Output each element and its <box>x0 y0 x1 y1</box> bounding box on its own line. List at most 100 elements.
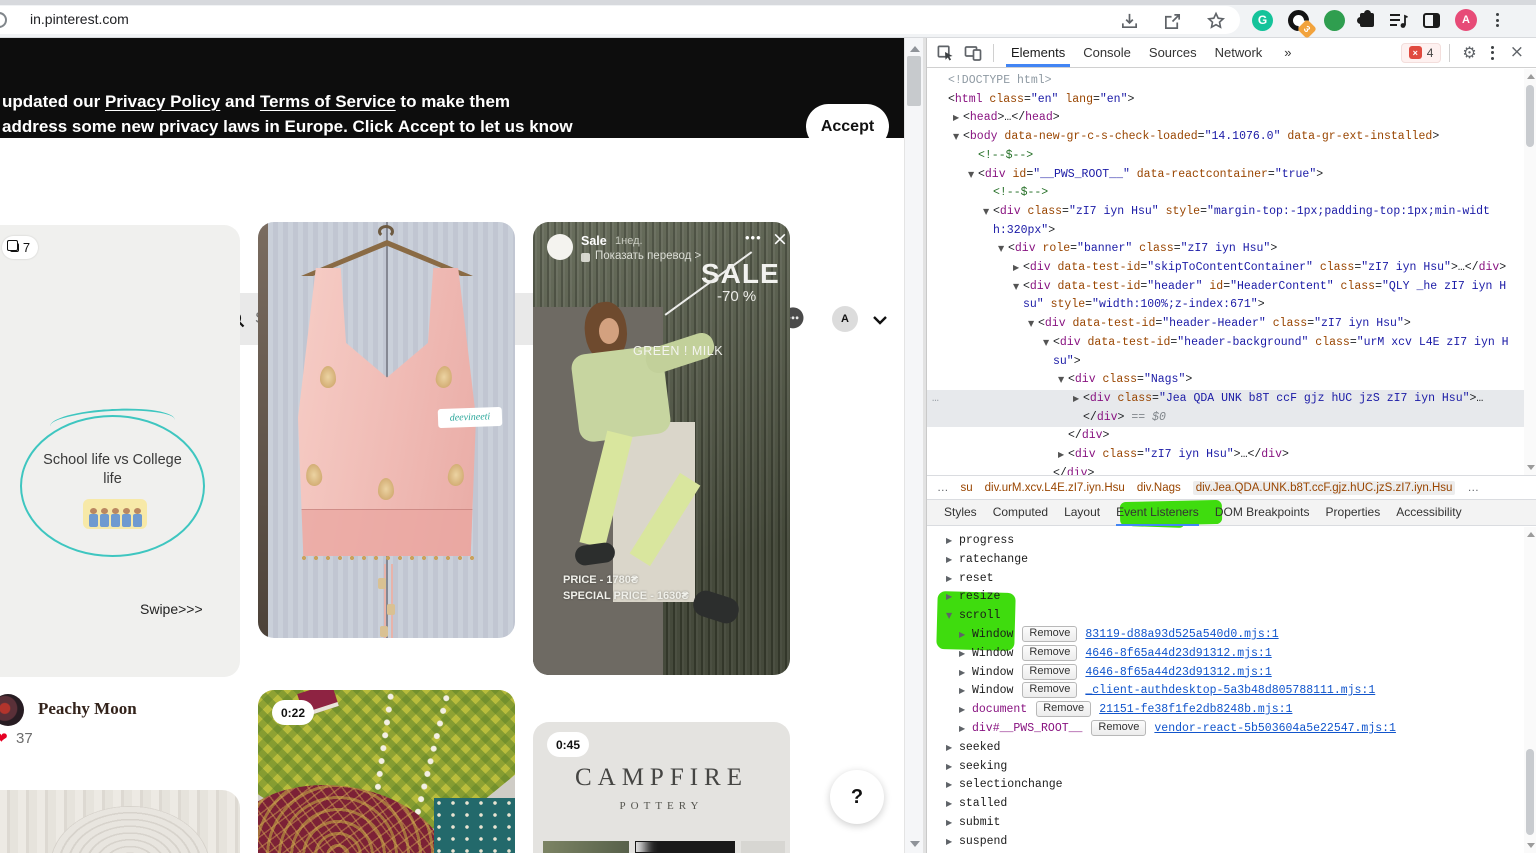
profile-avatar[interactable]: A <box>832 306 858 332</box>
pin-white-texture[interactable] <box>0 790 240 853</box>
code-line[interactable]: <html class="en" lang="en"> <box>927 91 1525 110</box>
expand-arrow-icon[interactable]: ▶ <box>959 682 972 701</box>
source-link[interactable]: vendor-react-5b503604a5e22547.mjs:1 <box>1154 722 1396 735</box>
scrollbar-thumb[interactable] <box>1526 85 1534 147</box>
collapse-arrow-icon[interactable]: ▼ <box>1058 371 1064 390</box>
code-line[interactable]: ▼ <div role="banner" class="zI7 iyn Hsu"> <box>927 240 1525 259</box>
elements-scrollbar[interactable] <box>1524 69 1536 475</box>
remove-button[interactable]: Remove <box>1036 701 1092 718</box>
code-line[interactable]: ▼ <div class="zI7 iyn Hsu" style="margin-… <box>927 203 1525 240</box>
event-ratechange[interactable]: ▶ ratechange <box>927 551 1525 570</box>
collapse-arrow-icon[interactable]: ▼ <box>998 240 1004 259</box>
listener-owner[interactable]: document <box>972 703 1027 716</box>
listener-owner[interactable]: div#__PWS_ROOT__ <box>972 722 1082 735</box>
chat-extension-icon[interactable] <box>1324 9 1345 31</box>
code-line[interactable]: </div> <box>927 465 1525 475</box>
sidebar-tab-computed[interactable]: Computed <box>993 499 1048 526</box>
address-bar[interactable]: in.pinterest.com <box>0 6 1240 34</box>
code-line[interactable]: ▼ <body data-new-gr-c-s-check-loaded="14.… <box>927 128 1525 147</box>
code-line[interactable]: ▶ <head>…</head> <box>927 109 1525 128</box>
scroll-up-arrow[interactable] <box>909 46 920 52</box>
remove-button[interactable]: Remove <box>1022 682 1078 699</box>
sidebar-tab-dom-breakpoints[interactable]: DOM Breakpoints <box>1215 499 1310 526</box>
show-translation-link[interactable]: Показать перевод > <box>595 250 701 262</box>
pin-craft-video[interactable]: 0:22 <box>258 690 515 853</box>
devtools-tab-elements[interactable]: Elements <box>1002 39 1074 67</box>
listener-owner[interactable]: Window <box>972 684 1013 697</box>
expand-arrow-icon[interactable]: ▶ <box>946 739 959 758</box>
story-author[interactable]: Sale <box>581 234 607 248</box>
event-resize[interactable]: ▶ resize <box>927 588 1525 607</box>
reading-list-icon[interactable] <box>1389 12 1408 29</box>
page-scrollbar[interactable] <box>904 38 923 853</box>
extensions-puzzle-icon[interactable] <box>1357 10 1374 27</box>
story-menu-icon[interactable]: ••• <box>745 230 762 245</box>
expand-arrow-icon[interactable]: ▶ <box>1058 446 1064 465</box>
code-line[interactable]: ▼ <div id = "__PWS_ROOT__" data-reactcontai… <box>927 166 1525 185</box>
scroll-down-arrow[interactable] <box>909 841 920 847</box>
sidebar-tab-accessibility[interactable]: Accessibility <box>1396 499 1461 526</box>
code-line[interactable]: <!DOCTYPE html> <box>927 72 1525 91</box>
event-stalled[interactable]: ▶ stalled <box>927 795 1525 814</box>
grammarly-extension-icon[interactable]: G <box>1252 9 1273 31</box>
expand-arrow-icon[interactable]: ▶ <box>959 701 972 720</box>
devtools-close-icon[interactable]: × <box>1504 42 1530 64</box>
code-line[interactable]: <!--$--> <box>927 184 1525 203</box>
scroll-down-arrow[interactable] <box>1526 843 1535 848</box>
pin-school-life[interactable]: 7 School life vs College life Swipe>>> <box>0 225 240 677</box>
sidebar-tab-event-listeners[interactable]: Event Listeners <box>1116 499 1199 526</box>
breadcrumb-item[interactable]: div.Nags <box>1137 482 1181 494</box>
event-seeking[interactable]: ▶ seeking <box>927 758 1525 777</box>
expand-arrow-icon[interactable]: ▶ <box>953 109 959 128</box>
expand-arrow-icon[interactable]: ▶ <box>946 776 959 795</box>
more-tabs-chevron[interactable]: » <box>1275 39 1300 67</box>
terms-of-service-link[interactable]: Terms of Service <box>260 92 396 111</box>
breadcrumb-item[interactable]: … <box>937 482 949 494</box>
remove-button[interactable]: Remove <box>1022 625 1078 642</box>
scroll-up-arrow[interactable] <box>1526 532 1535 537</box>
scrollbar-thumb[interactable] <box>1526 749 1534 835</box>
story-avatar[interactable] <box>547 234 573 260</box>
sidebar-tab-properties[interactable]: Properties <box>1326 499 1381 526</box>
expand-arrow-icon[interactable]: ▶ <box>946 551 959 570</box>
source-link[interactable]: 21151-fe38f1fe2db8248b.mjs:1 <box>1099 703 1292 716</box>
collapse-arrow-icon[interactable]: ▼ <box>953 128 959 147</box>
code-line[interactable]: ▶… <div class="Jea QDA UNK b8T ccF gjz hU… <box>927 389 1525 428</box>
breadcrumb-item[interactable]: su <box>961 482 973 494</box>
expand-arrow-icon[interactable]: ▶ <box>946 588 959 607</box>
expand-arrow-icon[interactable]: ▶ <box>959 720 972 739</box>
source-link[interactable]: 83119-d88a93d525a540d0.mjs:1 <box>1085 628 1278 641</box>
code-line[interactable]: ▼ <div class="Nags"> <box>927 371 1525 390</box>
breadcrumb-item[interactable]: div.urM.xcv.L4E.zI7.iyn.Hsu <box>985 482 1125 494</box>
site-info-icon[interactable] <box>0 12 7 28</box>
code-line[interactable]: ▼ <div data-test-id="header-Header" class… <box>927 315 1525 334</box>
pin-pink-blouse[interactable]: deevineeti <box>258 222 515 638</box>
browser-menu-icon[interactable] <box>1492 11 1503 29</box>
collapse-arrow-icon[interactable]: ▼ <box>968 166 974 185</box>
code-line[interactable]: ▼ <div data-test-id = "header-background" c… <box>927 334 1525 371</box>
event-selectionchange[interactable]: ▶ selectionchange <box>927 776 1525 795</box>
pin-green-sale[interactable]: Sale 1нед. Показать перевод > ••• × SALE… <box>533 222 790 675</box>
source-link[interactable]: 4646-8f65a44d23d91312.mjs:1 <box>1085 666 1271 679</box>
help-button[interactable]: ? <box>830 770 884 824</box>
event-reset[interactable]: ▶ reset <box>927 570 1525 589</box>
event-progress[interactable]: ▶ progress <box>927 532 1525 551</box>
remove-button[interactable]: Remove <box>1091 719 1147 736</box>
collapse-arrow-icon[interactable]: ▼ <box>1013 278 1019 297</box>
expand-arrow-icon[interactable]: ▶ <box>946 833 959 852</box>
share-icon[interactable] <box>1163 12 1182 31</box>
privacy-policy-link[interactable]: Privacy Policy <box>105 92 220 111</box>
devtools-tab-sources[interactable]: Sources <box>1140 39 1206 67</box>
code-line[interactable]: ▼ <div data-test-id = "header" id = "HeaderCo… <box>927 278 1525 315</box>
events-scrollbar[interactable] <box>1524 527 1536 853</box>
breadcrumb-item[interactable]: div.Jea.QDA.UNK.b8T.ccF.gjz.hUC.jzS.zI7.… <box>1192 480 1456 495</box>
collapse-arrow-icon[interactable]: ▼ <box>1043 334 1049 353</box>
collapse-arrow-icon[interactable]: ▼ <box>1028 315 1034 334</box>
code-line[interactable]: <!--$--> <box>927 147 1525 166</box>
error-badge[interactable]: × 4 <box>1400 42 1442 63</box>
expand-arrow-icon[interactable]: ▶ <box>1013 259 1019 278</box>
devtools-menu-icon[interactable] <box>1485 45 1500 60</box>
account-chevron-icon[interactable] <box>872 314 888 326</box>
browser-profile-avatar[interactable]: A <box>1455 9 1477 31</box>
board-owner-name[interactable]: Peachy Moon <box>38 699 137 719</box>
